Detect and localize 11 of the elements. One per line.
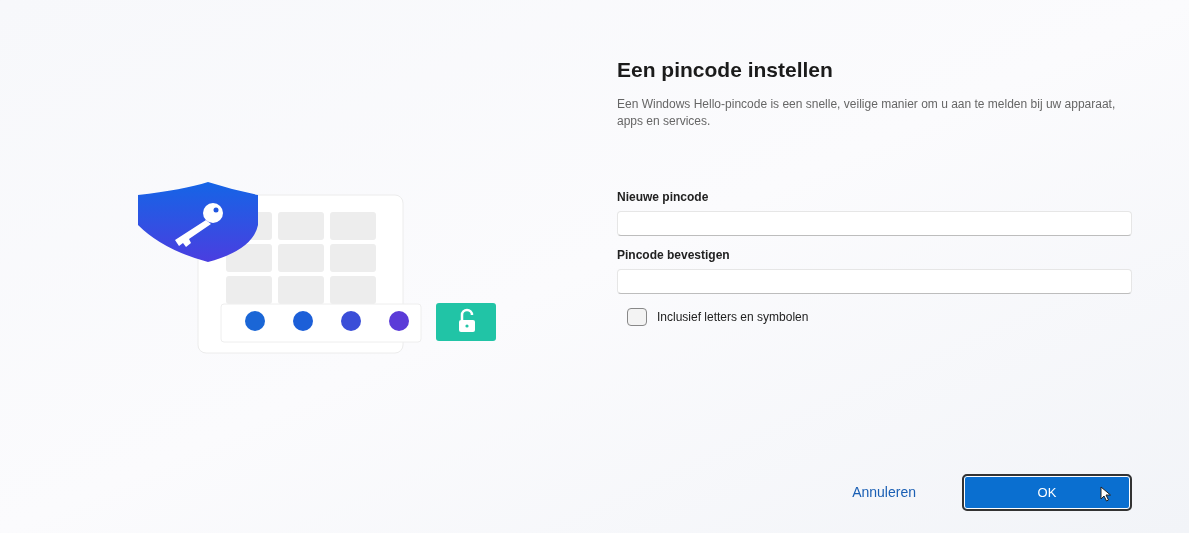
cancel-link[interactable]: Annuleren	[836, 474, 932, 511]
pin-input-field[interactable]	[617, 210, 1132, 236]
description-text: Een Windows Hello-pincode is een snelle, veilige manier om u aan te melden bij uw apparaat, apps en services.	[617, 95, 1117, 130]
pin-input-field[interactable]	[617, 268, 1132, 294]
field-label: Nieuwe pincode	[617, 188, 710, 206]
checkbox[interactable]	[627, 307, 647, 326]
ok-button[interactable]: OK	[962, 474, 1132, 511]
field-label: Pincode bevestigen	[617, 246, 731, 264]
mouse-pointer-icon	[1100, 486, 1112, 502]
checkbox-label: Inclusief letters en symbolen	[657, 308, 809, 326]
page-title: Een pincode instellen	[617, 57, 834, 83]
